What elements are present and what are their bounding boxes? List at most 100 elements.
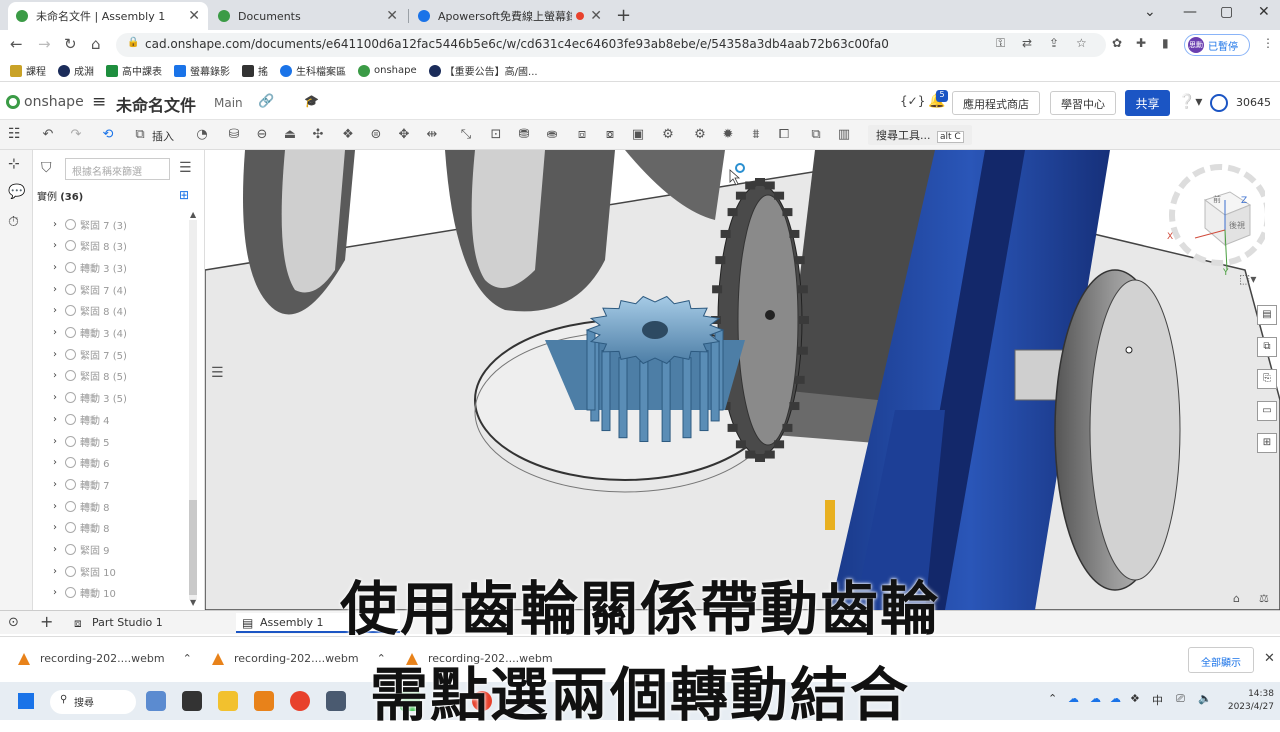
planar-mate-icon[interactable]: ✣: [310, 127, 326, 143]
chevron-right-icon[interactable]: ›: [53, 327, 57, 338]
search-tools-input[interactable]: 搜尋工具... alt C: [868, 125, 972, 145]
key-icon[interactable]: ⚿: [996, 36, 1005, 51]
instance-row[interactable]: › 轉動 4: [53, 409, 110, 429]
ball-mate-icon[interactable]: ✥: [396, 127, 412, 143]
home-icon[interactable]: ⌂: [91, 35, 101, 53]
linear-relation-icon[interactable]: ⩩: [748, 127, 764, 143]
parallel-mate-icon[interactable]: ⇹: [424, 127, 440, 143]
pin-slot-mate-icon[interactable]: ⊜: [368, 127, 384, 143]
bookmark-item[interactable]: 搖: [242, 63, 268, 78]
branch-label[interactable]: Main: [214, 96, 243, 110]
new-tab-button[interactable]: +: [616, 5, 631, 26]
redo-icon[interactable]: ↷: [68, 127, 84, 143]
bookmark-item[interactable]: 【重要公告】高/國...: [428, 63, 538, 78]
bookmark-item[interactable]: 螢幕錄影: [174, 63, 230, 78]
user-name[interactable]: 30645: [1236, 96, 1271, 109]
measure-icon[interactable]: ⧠: [776, 127, 792, 143]
slider-mate-icon[interactable]: ⏏: [282, 127, 298, 143]
chevron-right-icon[interactable]: ›: [53, 414, 57, 425]
instance-row[interactable]: › 轉動 6: [53, 453, 110, 473]
chevron-right-icon[interactable]: ›: [53, 392, 57, 403]
link-icon[interactable]: 🔗: [258, 94, 274, 109]
graduation-cap-icon[interactable]: 🎓: [304, 94, 319, 108]
filter-input[interactable]: 根據名稱來篩選: [65, 158, 170, 180]
back-arrow-icon[interactable]: ←: [10, 35, 23, 53]
bookmark-item[interactable]: 高中課表: [106, 63, 162, 78]
variable-icon[interactable]: {✓}: [900, 94, 925, 108]
bookmark-item[interactable]: 課程: [10, 63, 46, 78]
view-options-icon[interactable]: ⬚▾: [1239, 272, 1256, 286]
gear-relation-icon[interactable]: ⚙: [660, 127, 676, 143]
chevron-right-icon[interactable]: ›: [53, 305, 57, 316]
side-panel-icon[interactable]: ▮: [1162, 36, 1169, 50]
browser-tab-documents[interactable]: Documents ✕: [210, 2, 406, 30]
feature-list-icon[interactable]: ☷: [8, 126, 21, 142]
chevron-right-icon[interactable]: ›: [53, 262, 57, 273]
appearance-icon[interactable]: ▤: [1257, 305, 1277, 325]
maximize-button[interactable]: ▢: [1220, 4, 1233, 20]
fasten-mate-icon[interactable]: ⛁: [226, 127, 242, 143]
browser-tab-apowersoft[interactable]: Apowersoft免費線上螢幕錄 ✕: [410, 2, 610, 30]
reload-icon[interactable]: ↻: [64, 35, 77, 53]
explode-icon[interactable]: ▣: [630, 127, 646, 143]
named-positions-icon[interactable]: ▭: [1257, 401, 1277, 421]
rack-pinion-icon[interactable]: ⚙: [692, 127, 708, 143]
instance-row[interactable]: › 轉動 7: [53, 474, 110, 494]
comment-icon[interactable]: 💬: [8, 184, 25, 200]
instance-row[interactable]: › 緊固 9: [53, 540, 110, 560]
document-title[interactable]: 未命名文件: [116, 92, 196, 116]
instance-row[interactable]: › 轉動 5: [53, 431, 110, 451]
insert-icon[interactable]: ⧉: [132, 127, 148, 143]
mirror-icon[interactable]: ⛂: [544, 127, 560, 143]
timer-icon[interactable]: ⏱: [8, 214, 19, 230]
instance-row[interactable]: › 緊固 8 (4): [53, 301, 127, 321]
minimize-button[interactable]: —: [1183, 4, 1197, 20]
instance-row[interactable]: › 轉動 8: [53, 496, 110, 516]
chevron-right-icon[interactable]: ›: [53, 457, 57, 468]
user-avatar-icon[interactable]: [1210, 94, 1228, 112]
menu-kebab-icon[interactable]: ⋮: [1262, 36, 1274, 50]
instance-row[interactable]: › 緊固 7 (3): [53, 214, 127, 234]
group-icon[interactable]: ⊡: [488, 127, 504, 143]
sync-icon[interactable]: ⟲: [100, 127, 116, 143]
instance-row[interactable]: › 緊固 8 (5): [53, 366, 127, 386]
list-view-icon[interactable]: ☰: [179, 160, 192, 176]
bookmark-item[interactable]: 成淵: [58, 63, 94, 78]
forward-arrow-icon[interactable]: →: [38, 35, 51, 53]
graphics-viewport[interactable]: ☰ 前 後視 X Y Z ⬚▾ ▤ ⧉ ⎘ ▭ ⊞ ⌂ ⚖: [205, 150, 1280, 610]
chevron-right-icon[interactable]: ›: [53, 479, 57, 490]
cylindrical-mate-icon[interactable]: ❖: [340, 127, 356, 143]
hamburger-menu-icon[interactable]: ≡: [92, 92, 106, 112]
instance-row[interactable]: › 轉動 8: [53, 518, 110, 538]
section-view-icon[interactable]: ⧉: [808, 127, 824, 143]
chevron-right-icon[interactable]: ›: [53, 219, 57, 230]
learning-center-button[interactable]: 學習中心: [1050, 91, 1116, 115]
chevron-right-icon[interactable]: ›: [53, 370, 57, 381]
bookmark-item[interactable]: 生科檔案區: [280, 63, 346, 78]
view-cube[interactable]: 前 後視 X Y Z: [1165, 160, 1271, 280]
filter-icon[interactable]: ⛉: [41, 160, 52, 176]
share-page-icon[interactable]: ⇪: [1049, 36, 1059, 50]
bom-icon[interactable]: ⧉: [1257, 337, 1277, 357]
revolute-mate-icon[interactable]: ⊖: [254, 127, 270, 143]
tab-search-icon[interactable]: ⌄: [1144, 4, 1156, 20]
wheel-face[interactable]: [1089, 279, 1181, 581]
assembly-3d-model[interactable]: [205, 150, 1280, 610]
animations-icon[interactable]: ⊞: [1257, 433, 1277, 453]
help-icon[interactable]: ❔▾: [1178, 94, 1202, 110]
bookmark-star-icon[interactable]: ☆: [1076, 36, 1087, 50]
chevron-right-icon[interactable]: ›: [53, 436, 57, 447]
close-icon[interactable]: ✕: [386, 8, 398, 24]
configurations-icon[interactable]: ⎘: [1257, 369, 1277, 389]
close-icon[interactable]: ✕: [188, 8, 200, 24]
instance-row[interactable]: › 緊固 7 (5): [53, 344, 127, 364]
insert-label[interactable]: 插入: [152, 128, 174, 144]
address-bar[interactable]: 🔒 cad.onshape.com/documents/e641100d6a12…: [116, 33, 1106, 57]
chevron-right-icon[interactable]: ›: [53, 349, 57, 360]
new-folder-icon[interactable]: ⊞: [179, 188, 189, 202]
puzzle-extensions-icon[interactable]: ✚: [1136, 36, 1146, 50]
bookmark-item[interactable]: onshape: [358, 64, 417, 77]
instance-row[interactable]: › 轉動 3 (4): [53, 323, 127, 343]
profile-button[interactable]: 思勳 已暫停: [1184, 34, 1250, 56]
add-instance-icon[interactable]: ⊹: [8, 156, 20, 172]
